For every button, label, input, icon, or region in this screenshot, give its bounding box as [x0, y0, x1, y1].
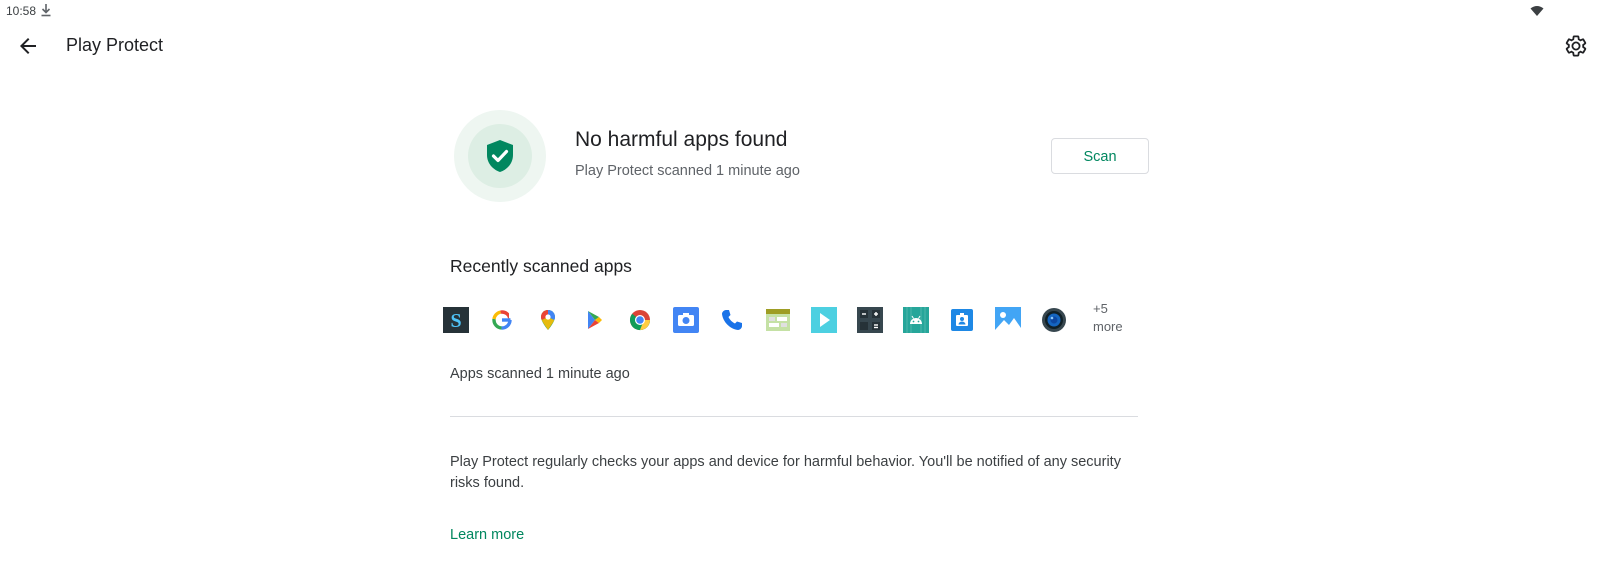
learn-more-link[interactable]: Learn more: [450, 527, 524, 543]
apps-scanned-time: Apps scanned 1 minute ago: [450, 366, 630, 382]
app-icon: [764, 306, 792, 334]
back-button[interactable]: [16, 34, 40, 58]
settings-button[interactable]: [1564, 34, 1588, 58]
chrome-icon: [626, 306, 654, 334]
status-time: 10:58: [6, 4, 37, 18]
status-bar: 10:58: [0, 0, 1600, 22]
google-icon: [488, 306, 516, 334]
scan-button[interactable]: Scan: [1051, 138, 1149, 174]
S-app-icon: S: [442, 306, 470, 334]
maps-icon: [534, 306, 562, 334]
more-count: +5: [1093, 301, 1108, 316]
status-title: No harmful apps found: [575, 128, 788, 151]
download-icon: [40, 3, 52, 22]
more-apps-count: +5 more: [1093, 300, 1143, 336]
svg-text:S: S: [450, 310, 461, 332]
android-app-icon: [902, 306, 930, 334]
calculator-icon: [856, 306, 884, 334]
recent-apps-title: Recently scanned apps: [450, 256, 632, 276]
contacts-icon: [948, 306, 976, 334]
app-bar: Play Protect: [0, 22, 1600, 70]
wifi-icon: [1530, 4, 1544, 22]
divider: [450, 416, 1138, 417]
page-title: Play Protect: [66, 35, 164, 55]
play-store-icon: [580, 306, 608, 334]
shield-badge: [454, 110, 546, 202]
camera-lens-icon: [1040, 306, 1068, 334]
more-label: more: [1093, 319, 1123, 334]
shield-check-icon: [487, 140, 513, 172]
status-subtitle: Play Protect scanned 1 minute ago: [575, 163, 800, 179]
description-text: Play Protect regularly checks your apps …: [450, 454, 1121, 491]
camera-icon: [672, 306, 700, 334]
video-icon: [810, 306, 838, 334]
gear-icon: [1565, 35, 1587, 57]
arrow-back-icon: [20, 38, 36, 54]
phone-icon: [718, 306, 746, 334]
photos-icon: [994, 306, 1022, 334]
